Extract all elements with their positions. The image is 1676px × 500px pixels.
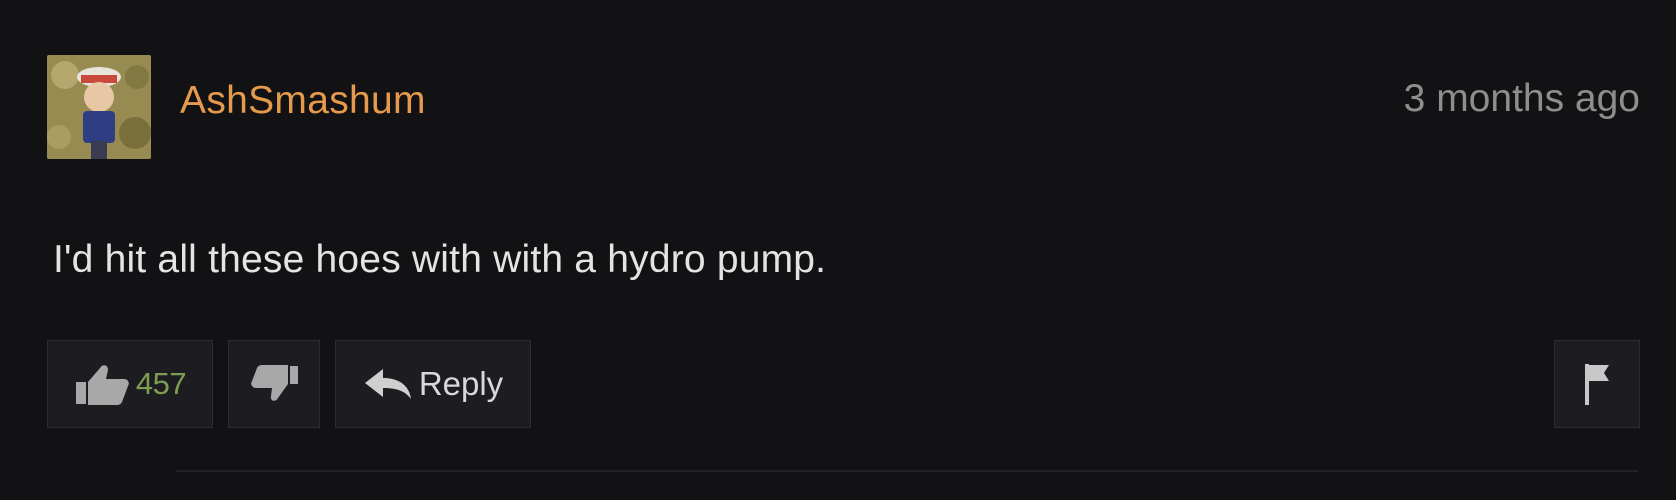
reply-label: Reply: [418, 365, 504, 402]
thumbs-up-icon: [75, 365, 129, 405]
comment-username[interactable]: AshSmashum: [180, 78, 426, 124]
user-avatar-icon: [47, 55, 151, 159]
reply-button[interactable]: Reply: [335, 340, 531, 428]
flag-icon: [1585, 364, 1609, 405]
like-count: 457: [135, 366, 187, 401]
comment-text: I'd hit all these hoes with with a hydro…: [53, 238, 827, 281]
flag-button[interactable]: [1554, 340, 1640, 428]
thumbs-down-icon: [251, 365, 298, 401]
comment-timestamp: 3 months ago: [1403, 77, 1640, 120]
user-avatar[interactable]: [47, 55, 151, 159]
like-button[interactable]: 457: [47, 340, 213, 428]
dislike-button[interactable]: [228, 340, 320, 428]
comment-card: AshSmashum 3 months ago I'd hit all thes…: [0, 0, 1676, 500]
reply-arrow-icon: [364, 369, 411, 399]
comment-divider: [176, 470, 1638, 472]
